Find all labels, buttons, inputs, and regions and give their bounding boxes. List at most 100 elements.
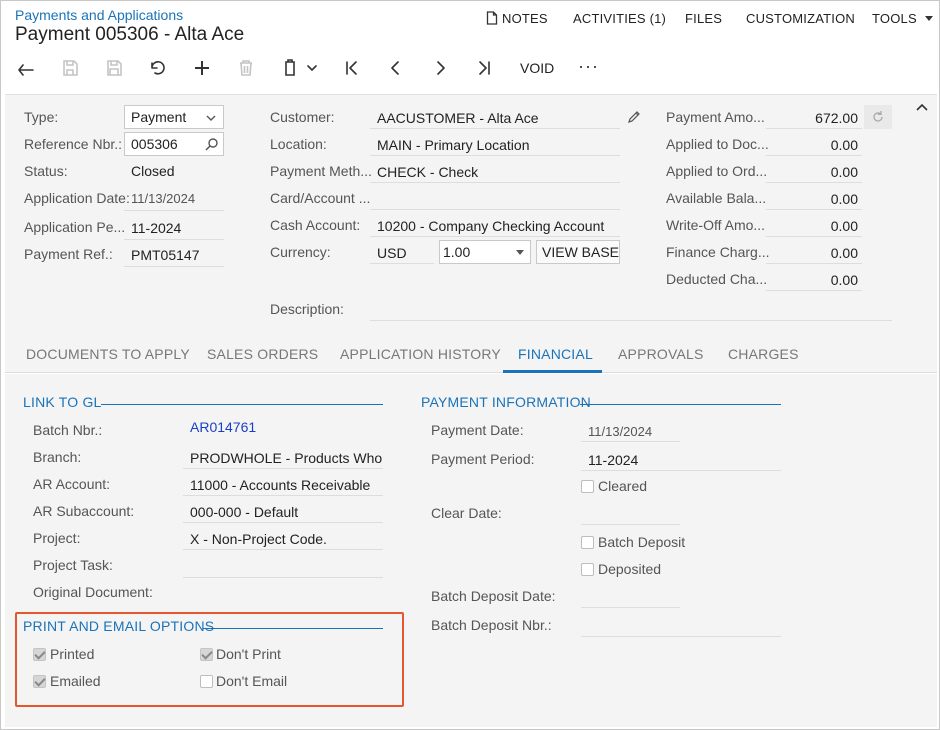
batch-nbr-link[interactable]: AR014761 (190, 419, 256, 435)
clear-date-label: Clear Date: (431, 505, 502, 521)
page-title: Payment 005306 - Alta Ace (15, 24, 245, 45)
dont-email-checkbox[interactable] (200, 675, 213, 688)
edit-pencil-icon[interactable] (627, 110, 641, 124)
collapse-chevron-icon[interactable] (916, 98, 928, 114)
document-icon (486, 11, 498, 25)
location-label: Location: (270, 136, 327, 152)
add-icon[interactable] (189, 56, 215, 80)
next-record-icon[interactable] (427, 56, 453, 80)
last-record-icon[interactable] (471, 56, 497, 80)
branch-label: Branch: (33, 449, 82, 465)
tools-menu[interactable]: TOOLS (872, 11, 933, 26)
location-value[interactable]: MAIN - Primary Location (377, 137, 529, 153)
type-value: Payment (131, 109, 187, 125)
payment-amount-value[interactable]: 672.00 (766, 110, 858, 126)
ar-account-value[interactable]: 11000 - Accounts Receivable (190, 477, 370, 493)
cash-account-label: Cash Account: (270, 217, 361, 233)
type-select[interactable]: Payment (124, 105, 224, 129)
deducted-charges-value: 0.00 (830, 272, 858, 288)
batch-deposit-label: Batch Deposit (598, 534, 686, 550)
chevron-down-icon (206, 115, 216, 121)
status-label: Status: (24, 163, 68, 179)
applied-to-orders-label: Applied to Ord... (666, 163, 768, 179)
void-button[interactable]: VOID (520, 60, 554, 76)
emailed-checkbox[interactable] (33, 675, 46, 688)
tab-documents-to-apply[interactable]: DOCUMENTS TO APPLY (26, 346, 190, 362)
customer-label: Customer: (270, 109, 335, 125)
branch-value[interactable]: PRODWHOLE - Products Whole (190, 450, 382, 466)
caret-down-icon (924, 16, 933, 21)
type-label: Type: (24, 109, 59, 125)
applied-to-documents-label: Applied to Doc... (666, 136, 769, 152)
back-icon[interactable] (13, 56, 39, 80)
batch-deposit-nbr-label: Batch Deposit Nbr.: (431, 617, 552, 633)
save-close-icon[interactable] (57, 56, 83, 80)
breadcrumb[interactable]: Payments and Applications (15, 7, 183, 23)
tools-label: TOOLS (872, 11, 917, 26)
application-period-value[interactable]: 11-2024 (131, 220, 181, 236)
tab-charges[interactable]: CHARGES (728, 346, 799, 362)
notes-button[interactable]: NOTES (486, 11, 548, 26)
cleared-checkbox[interactable] (581, 480, 594, 493)
ar-subaccount-value[interactable]: 000-000 - Default (190, 504, 298, 520)
copy-paste-icon[interactable] (277, 56, 303, 80)
link-to-gl-header: LINK TO GL (23, 394, 102, 410)
customer-value[interactable]: AACUSTOMER - Alta Ace (377, 110, 539, 126)
application-date-value[interactable]: 11/13/2024 (131, 191, 195, 206)
save-icon[interactable] (101, 56, 127, 80)
write-off-amount-label: Write-Off Amo... (666, 217, 766, 233)
payment-method-value[interactable]: CHECK - Check (377, 164, 478, 180)
currency-rate-select[interactable]: 1.00 (439, 240, 531, 264)
currency-value[interactable]: USD (377, 245, 407, 261)
tab-approvals[interactable]: APPROVALS (618, 346, 704, 362)
emailed-label: Emailed (50, 673, 101, 689)
payment-ref-value[interactable]: PMT05147 (131, 247, 199, 263)
payment-amount-label: Payment Amo... (666, 109, 765, 125)
files-button[interactable]: FILES (685, 11, 722, 26)
write-off-amount-value: 0.00 (830, 218, 858, 234)
application-period-label: Application Pe... (24, 219, 126, 235)
print-email-header: PRINT AND EMAIL OPTIONS (23, 618, 215, 634)
cash-account-value[interactable]: 10200 - Company Checking Account (377, 218, 604, 234)
project-label: Project: (33, 530, 81, 546)
card-account-label: Card/Account ... (270, 190, 371, 206)
available-balance-value: 0.00 (830, 191, 858, 207)
caret-down-icon (516, 250, 524, 255)
deducted-charges-label: Deducted Cha... (666, 271, 768, 287)
copy-paste-dropdown-icon[interactable] (302, 56, 322, 80)
customization-button[interactable]: CUSTOMIZATION (746, 11, 855, 26)
payment-period-label: Payment Period: (431, 451, 535, 467)
previous-record-icon[interactable] (383, 56, 409, 80)
batch-deposit-date-label: Batch Deposit Date: (431, 588, 556, 604)
original-document-label: Original Document: (33, 584, 153, 600)
tab-application-history[interactable]: APPLICATION HISTORY (340, 346, 501, 362)
view-base-button[interactable]: VIEW BASE (536, 240, 620, 264)
reference-nbr-label: Reference Nbr.: (24, 136, 123, 152)
batch-nbr-label: Batch Nbr.: (33, 422, 103, 438)
available-balance-label: Available Bala... (666, 190, 767, 206)
more-actions-button[interactable]: ··· (578, 56, 599, 77)
refresh-icon[interactable] (864, 105, 892, 129)
reference-nbr-input[interactable]: 005306 (124, 132, 224, 156)
search-icon[interactable] (205, 137, 219, 151)
project-value[interactable]: X - Non-Project Code. (190, 531, 327, 547)
tab-sales-orders[interactable]: SALES ORDERS (207, 346, 318, 362)
description-label: Description: (270, 301, 344, 317)
deposited-label: Deposited (598, 561, 662, 577)
tab-financial[interactable]: FINANCIAL (518, 346, 593, 362)
payment-date-value[interactable]: 11/13/2024 (588, 424, 652, 439)
first-record-icon[interactable] (339, 56, 365, 80)
applied-to-documents-value: 0.00 (830, 137, 858, 153)
delete-icon[interactable] (233, 56, 259, 80)
dont-print-checkbox[interactable] (200, 648, 213, 661)
payment-period-value[interactable]: 11-2024 (588, 452, 638, 468)
dont-print-label: Don't Print (216, 646, 281, 662)
deposited-checkbox[interactable] (581, 563, 594, 576)
application-date-label: Application Date: (24, 190, 130, 206)
activities-button[interactable]: ACTIVITIES (1) (573, 11, 666, 26)
batch-deposit-checkbox[interactable] (581, 536, 594, 549)
printed-checkbox[interactable] (33, 648, 46, 661)
printed-label: Printed (50, 646, 95, 662)
ar-subaccount-label: AR Subaccount: (33, 503, 135, 519)
undo-icon[interactable] (145, 56, 171, 80)
